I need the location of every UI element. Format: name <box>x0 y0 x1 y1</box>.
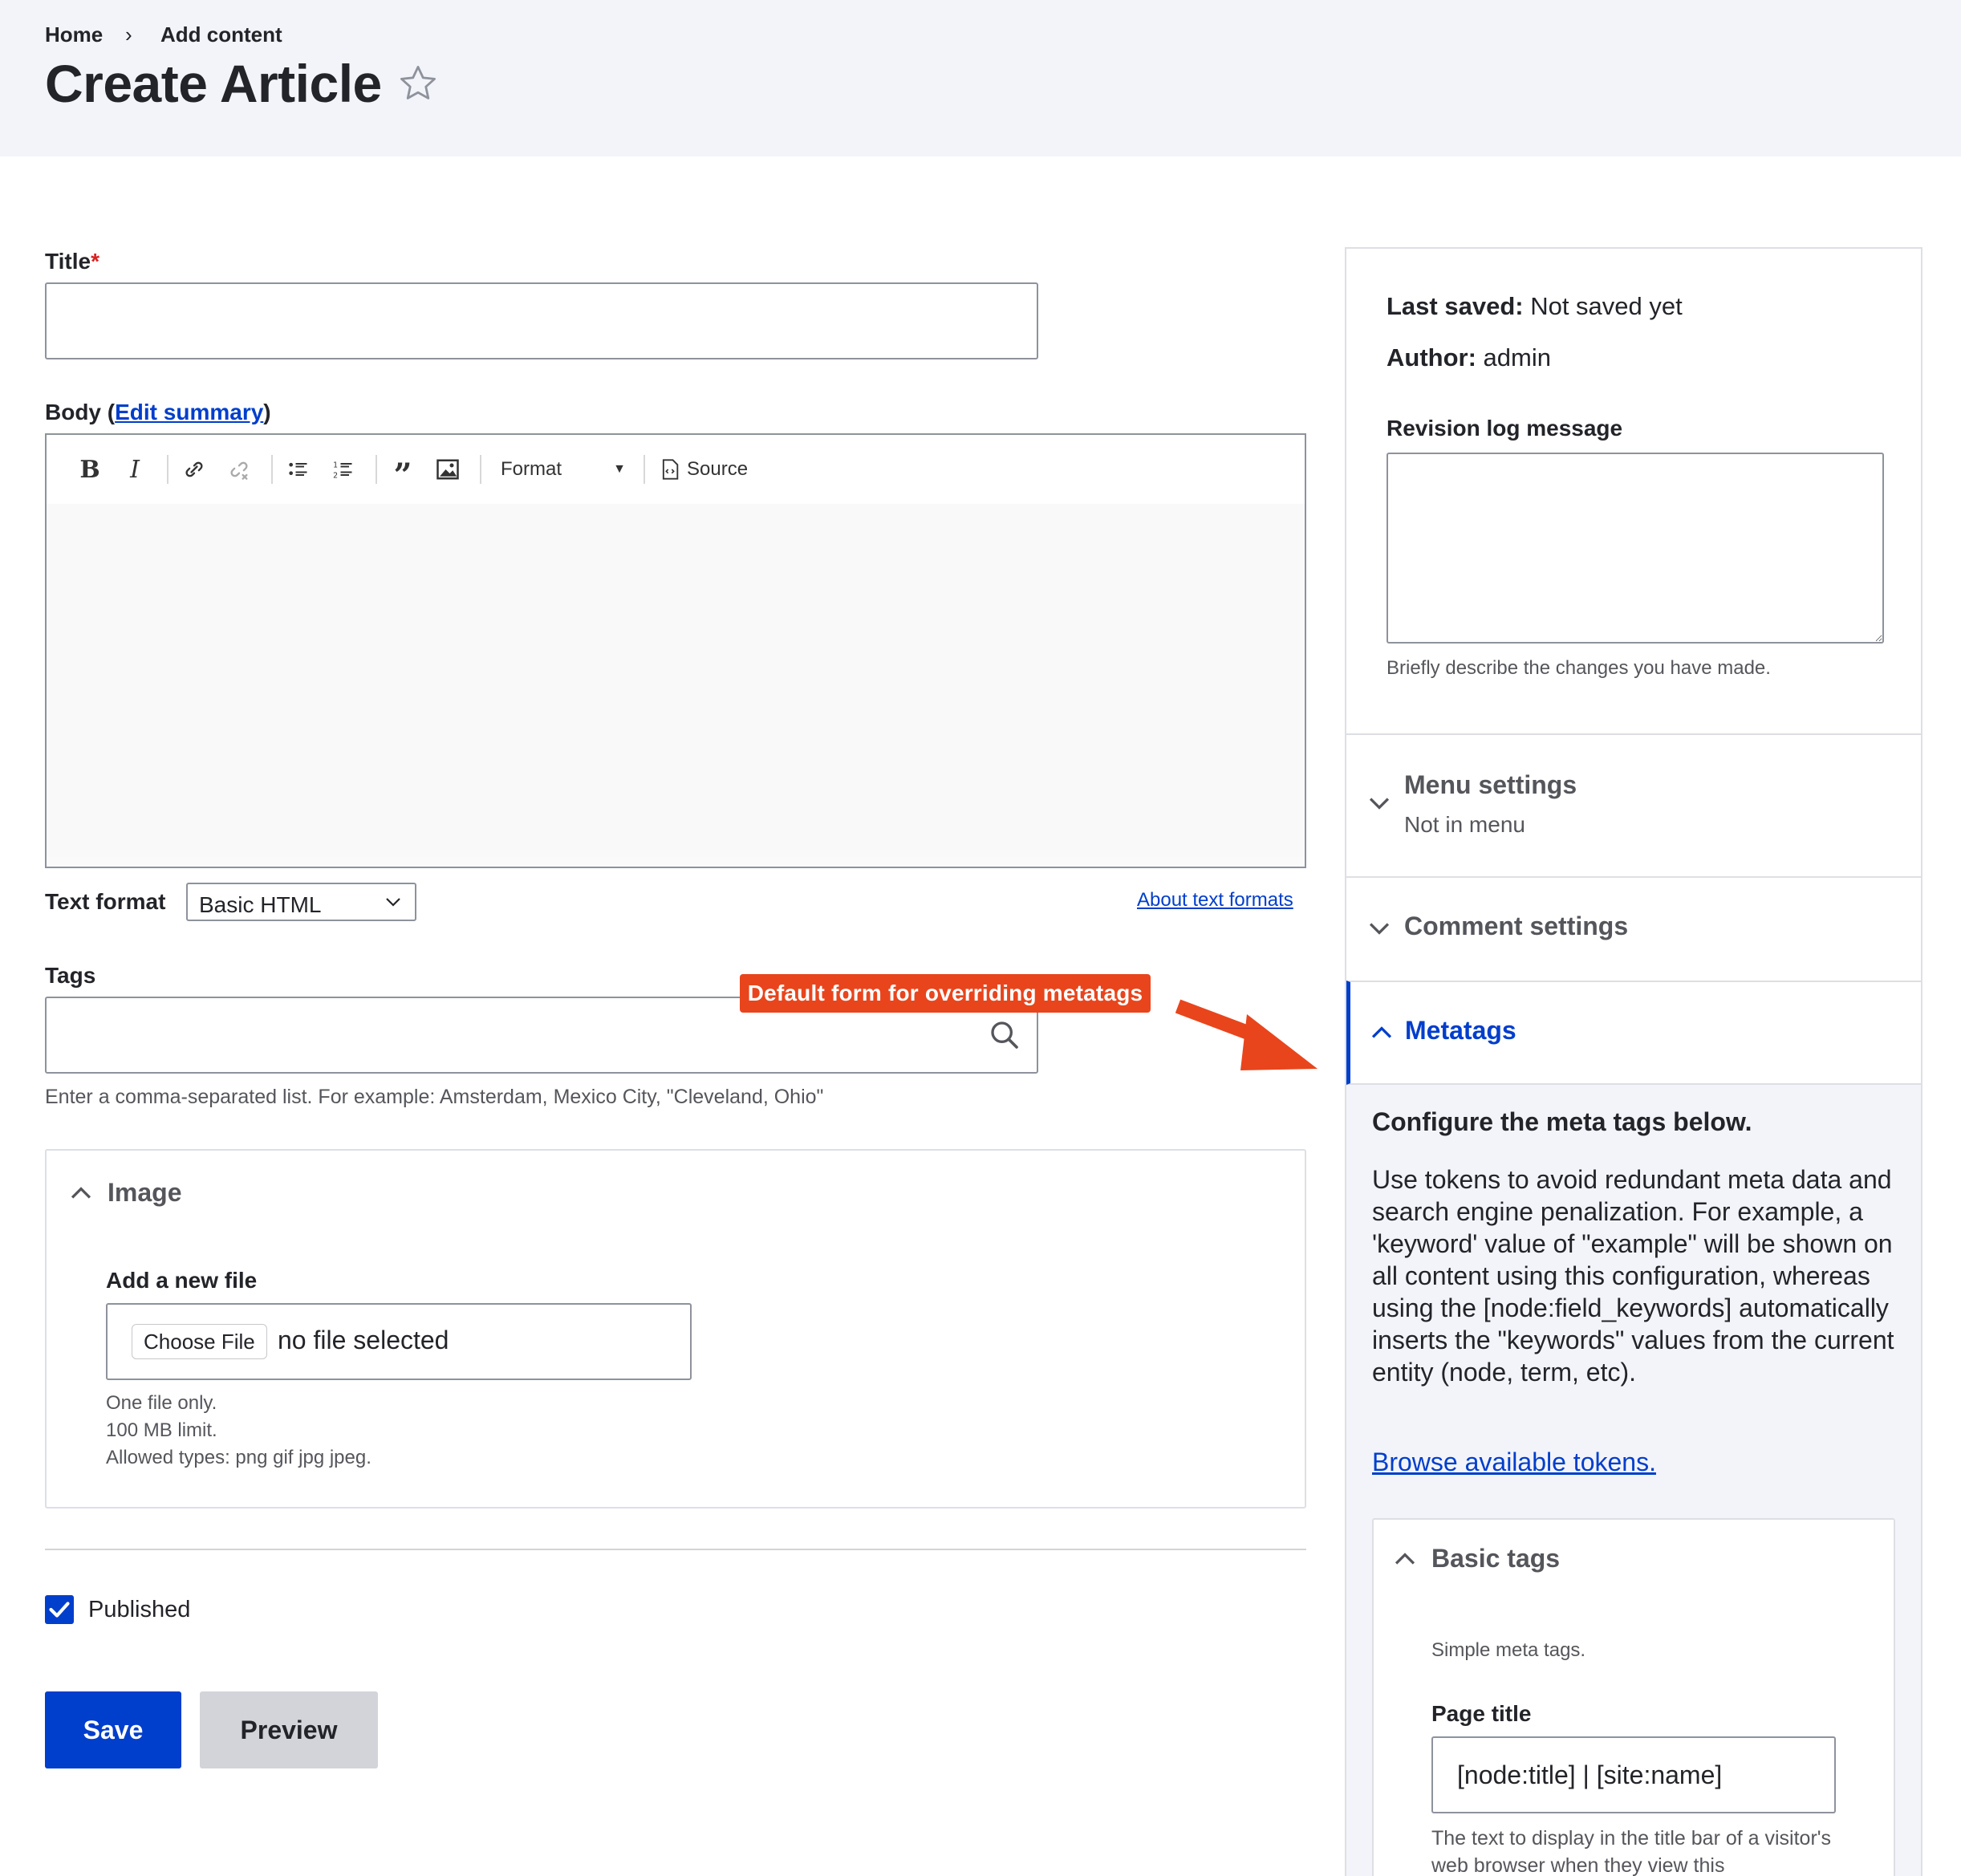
comment-settings-section[interactable]: Comment settings <box>1346 876 1921 981</box>
format-label: Format <box>501 458 562 480</box>
menu-settings-section[interactable]: Menu settings Not in menu <box>1346 733 1921 876</box>
text-format-label: Text format <box>45 889 166 914</box>
preview-button[interactable]: Preview <box>200 1691 378 1768</box>
metatags-section[interactable]: Metatags <box>1346 981 1921 1085</box>
tags-label: Tags <box>45 963 96 988</box>
about-text-formats-link[interactable]: About text formats <box>1137 889 1293 912</box>
no-file-text: no file selected <box>278 1326 449 1354</box>
source-button[interactable]: Source <box>652 458 748 481</box>
italic-icon[interactable]: I <box>116 450 154 489</box>
tags-help: Enter a comma-separated list. For exampl… <box>45 1086 824 1108</box>
breadcrumb-home[interactable]: Home <box>45 22 103 47</box>
chevron-down-icon <box>1369 923 1390 935</box>
published-label[interactable]: Published <box>88 1597 190 1623</box>
chevron-up-icon <box>1395 1552 1415 1565</box>
image-card-header[interactable]: Image <box>69 1178 181 1208</box>
source-icon <box>662 459 679 480</box>
text-format-value: Basic HTML <box>199 892 322 917</box>
basic-tags-card: Basic tags Simple meta tags. Page title … <box>1372 1518 1895 1876</box>
required-mark: * <box>91 249 99 274</box>
format-dropdown[interactable]: Format ▼ <box>488 458 637 481</box>
edit-summary-link[interactable]: Edit summary <box>115 400 263 424</box>
annotation-arrow-icon <box>1175 999 1317 1070</box>
image-card: Image Add a new file Choose File no file… <box>45 1149 1306 1509</box>
title-input[interactable] <box>45 282 1038 359</box>
body-editor[interactable]: B I 12 ” Format ▼ Source <box>45 433 1306 868</box>
sidebar: Last saved: Not saved yet Author: admin … <box>1345 247 1922 1876</box>
svg-text:1: 1 <box>333 461 338 470</box>
metatags-heading: Configure the meta tags below. <box>1372 1107 1752 1136</box>
source-label: Source <box>687 458 749 480</box>
blockquote-icon[interactable]: ” <box>384 450 422 494</box>
breadcrumb-separator: › <box>125 22 132 47</box>
body-label: Body (Edit summary) <box>45 400 271 424</box>
link-icon[interactable] <box>175 450 213 489</box>
page-title-input[interactable] <box>1431 1736 1836 1813</box>
search-icon <box>991 1021 1018 1049</box>
metatags-title: Metatags <box>1405 1016 1516 1045</box>
star-icon[interactable] <box>397 63 439 104</box>
text-format-select[interactable]: Basic HTML <box>186 883 416 921</box>
file-help: One file only. 100 MB limit. Allowed typ… <box>106 1392 371 1468</box>
page-title-help: The text to display in the title bar of … <box>1431 1827 1832 1876</box>
unlink-icon[interactable] <box>220 450 258 489</box>
bold-icon[interactable]: B <box>71 450 109 489</box>
page-title: Create Article <box>45 54 382 113</box>
basic-tags-header[interactable]: Basic tags <box>1393 1544 1560 1573</box>
image-card-title: Image <box>108 1178 182 1207</box>
chevron-down-icon <box>386 898 400 907</box>
checkmark-icon <box>49 1602 70 1618</box>
chevron-up-icon <box>1371 1026 1392 1038</box>
page-title-label: Page title <box>1431 1701 1532 1726</box>
bulleted-list-icon[interactable] <box>279 450 318 489</box>
breadcrumb-current[interactable]: Add content <box>160 22 282 47</box>
chevron-up-icon <box>71 1186 91 1199</box>
published-checkbox[interactable] <box>45 1595 74 1624</box>
annotation-label: Default form for overriding metatags <box>740 974 1151 1013</box>
last-saved: Last saved: Not saved yet <box>1387 292 1683 320</box>
menu-settings-summary: Not in menu <box>1404 812 1525 837</box>
title-label: Title* <box>45 249 99 274</box>
browse-tokens-link[interactable]: Browse available tokens. <box>1372 1448 1656 1477</box>
metatags-content: Configure the meta tags below. Use token… <box>1346 1085 1921 1876</box>
basic-tags-title: Basic tags <box>1431 1544 1561 1573</box>
menu-settings-title: Menu settings <box>1404 770 1577 799</box>
revision-log-textarea[interactable] <box>1387 453 1884 644</box>
file-input[interactable]: Choose File no file selected <box>106 1303 692 1380</box>
caret-down-icon: ▼ <box>613 462 626 476</box>
numbered-list-icon[interactable]: 12 <box>324 450 363 489</box>
divider <box>45 1549 1306 1550</box>
editor-toolbar: B I 12 ” Format ▼ Source <box>47 435 1305 504</box>
comment-settings-title: Comment settings <box>1404 912 1629 940</box>
metatags-description: Use tokens to avoid redundant meta data … <box>1372 1165 1894 1387</box>
basic-tags-description: Simple meta tags. <box>1431 1639 1586 1661</box>
author: Author: admin <box>1387 343 1551 372</box>
choose-file-button[interactable]: Choose File <box>132 1324 267 1359</box>
revision-log-label: Revision log message <box>1387 416 1623 441</box>
svg-text:2: 2 <box>333 472 338 481</box>
chevron-down-icon <box>1369 798 1390 810</box>
editor-content[interactable] <box>47 504 1305 857</box>
image-icon[interactable] <box>428 450 467 489</box>
revision-log-help: Briefly describe the changes you have ma… <box>1387 657 1771 679</box>
add-file-label: Add a new file <box>106 1268 258 1293</box>
save-button[interactable]: Save <box>45 1691 181 1768</box>
